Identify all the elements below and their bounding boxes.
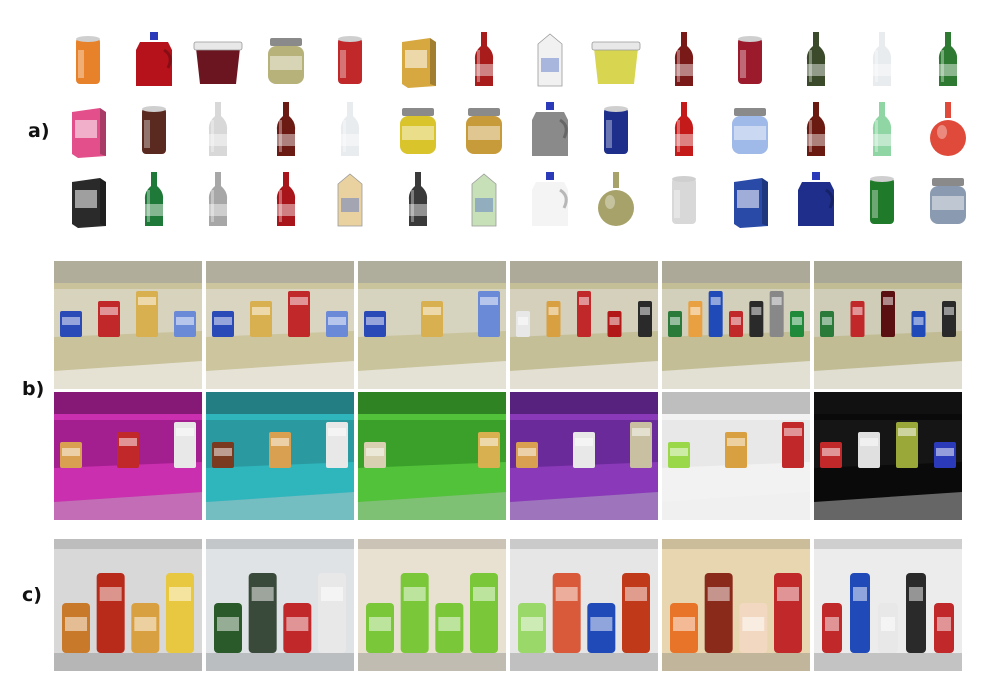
row-label-c: c) [22, 584, 42, 606]
thermos-icon [408, 172, 428, 226]
gatorade-bottle-icon [144, 172, 164, 226]
fridge-wine-bottles-icon [206, 539, 354, 671]
beer-can-icon [672, 176, 696, 224]
green-carton-icon [471, 173, 497, 227]
sports-drink-bottle-icon [474, 32, 494, 86]
fridge-cans-jars-icon [510, 539, 658, 671]
coke-bottle-icon [674, 102, 694, 156]
blue-jug-icon [798, 172, 834, 226]
milk-carton-icon [537, 33, 563, 87]
ketchup-bottle-icon [276, 172, 296, 226]
cola-bottle-icon [674, 32, 694, 86]
fridge-beer-bottle-icon [662, 539, 810, 671]
metal-jar-icon [930, 178, 966, 224]
teal-shelf-icon [206, 392, 354, 520]
fridge-food-containers-icon [358, 539, 506, 671]
white-shelf-cereal-icon [662, 392, 810, 520]
row-label-b: b) [22, 378, 45, 400]
donut-box-icon [72, 108, 106, 158]
soda-can-icon [76, 36, 100, 84]
fridge-door-jars-icon [54, 539, 202, 671]
dish-soap-bottle-icon [872, 102, 892, 156]
milk-bottle-icon [340, 102, 360, 156]
pitcher-icon [532, 172, 568, 226]
mustard-jar-icon [400, 108, 436, 154]
white-bottle-icon [872, 32, 892, 86]
green-shelf-icon [358, 392, 506, 520]
round-container-icon [268, 38, 304, 84]
spray-bottle-icon [208, 102, 228, 156]
red-canister-icon [338, 36, 362, 84]
gallon-jug-icon [532, 102, 568, 156]
steel-bottle-icon [208, 172, 228, 226]
beer-bottle-icon [806, 32, 826, 86]
olive-flask-icon [598, 172, 634, 226]
red-jug-icon [136, 32, 172, 86]
tupperware-icon [193, 41, 243, 84]
purple-shelf-icon [510, 392, 658, 520]
sauce-bottle-icon [276, 102, 296, 156]
oil-can-icon [72, 178, 106, 228]
dr-pepper-can-icon [738, 36, 762, 84]
row-label-a: a) [28, 120, 50, 142]
round-flask-icon [930, 102, 966, 156]
magenta-shelf-icon [54, 392, 202, 520]
cream-shelf-milk-icon [358, 261, 506, 389]
cream-shelf-many-icon [662, 261, 810, 389]
glass-jar-icon [732, 108, 768, 154]
cream-shelf-boxes-2-icon [206, 261, 354, 389]
object-models-grid [60, 28, 966, 233]
fridge-many-cans-icon [814, 539, 962, 671]
blue-can-icon [604, 106, 628, 154]
cream-shelf-bottles-icon [510, 261, 658, 389]
coffee-tin-icon [142, 106, 166, 154]
cream-shelf-boxes-icon [54, 261, 202, 389]
peanut-butter-jar-icon [466, 108, 502, 154]
cream-shelf-coke-icon [814, 261, 962, 389]
brown-bottle-icon [806, 102, 826, 156]
dark-shelf-bottles-icon [814, 392, 962, 520]
juice-carton-icon [337, 173, 363, 227]
green-bottle-icon [938, 32, 958, 86]
yellow-tub-icon [591, 41, 641, 84]
cereal-box-icon [402, 38, 436, 88]
corn-can-icon [870, 176, 894, 224]
blue-box-icon [734, 178, 768, 228]
